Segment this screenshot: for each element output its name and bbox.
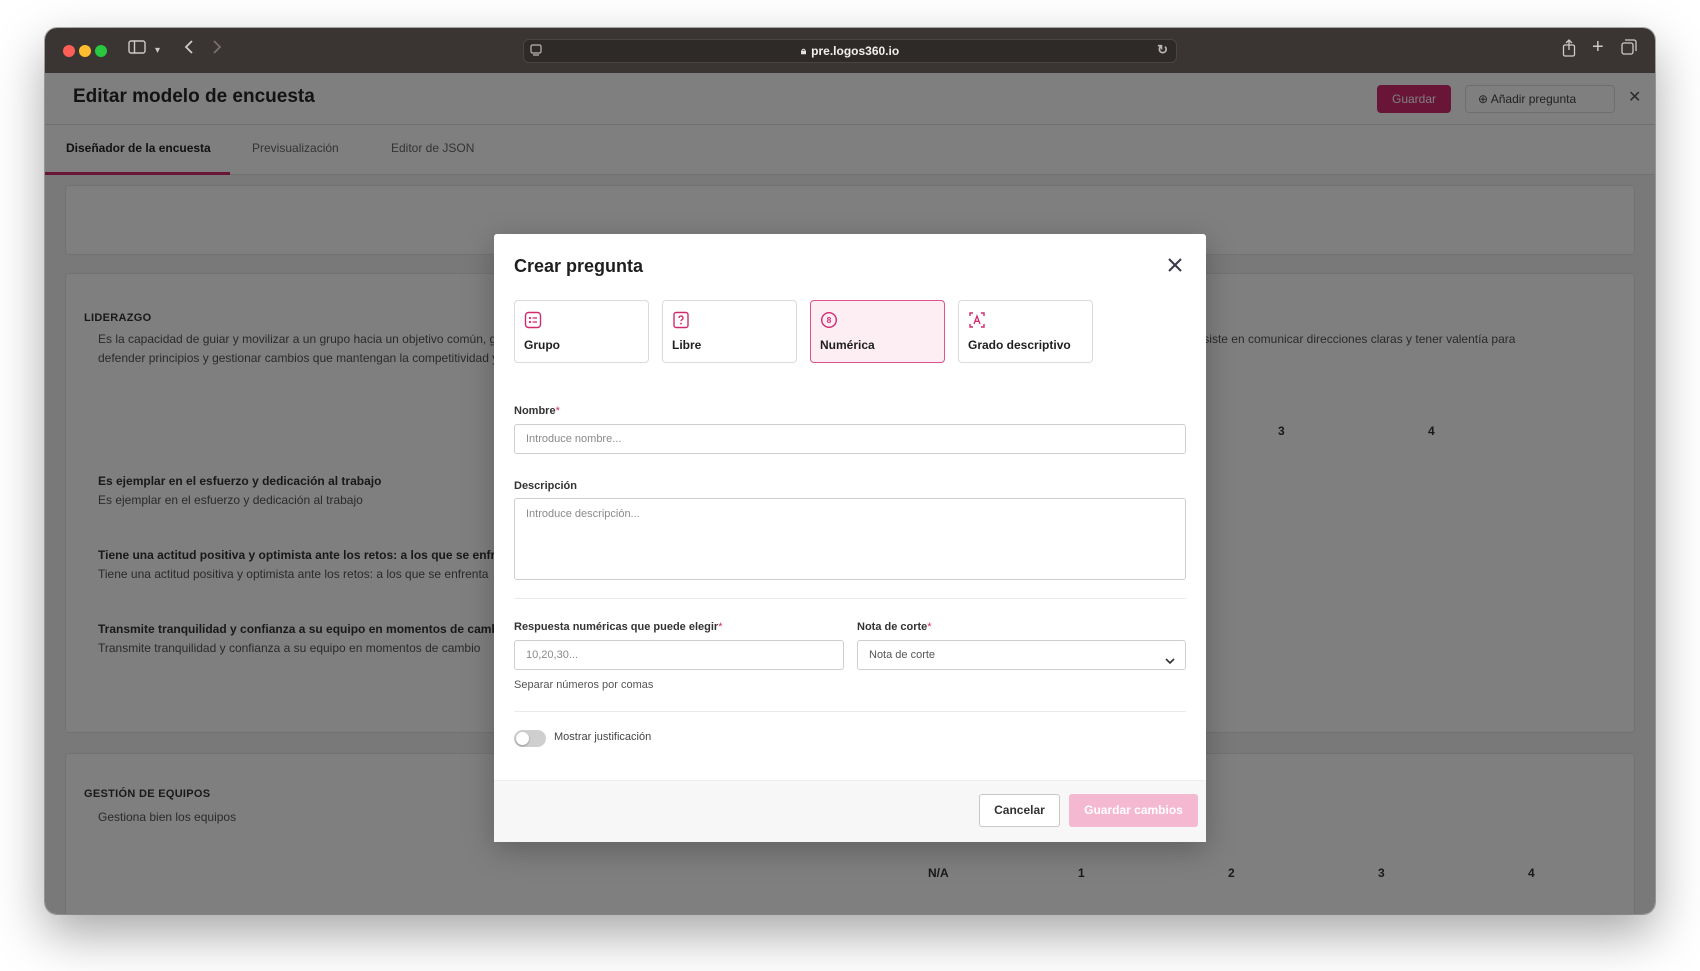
description-textarea[interactable] xyxy=(514,498,1186,580)
type-option-numeric[interactable]: 8 Numérica xyxy=(810,300,945,363)
show-justification-toggle[interactable] xyxy=(514,730,546,747)
type-option-label: Numérica xyxy=(820,338,875,352)
reload-icon[interactable]: ↻ xyxy=(1157,42,1168,58)
dialog-title: Crear pregunta xyxy=(514,256,644,276)
cutoff-label-text: Nota de corte xyxy=(857,621,928,633)
cutoff-select-value: Nota de corte xyxy=(869,649,936,661)
name-input[interactable] xyxy=(514,424,1186,454)
reader-icon[interactable] xyxy=(530,43,544,57)
type-option-group[interactable]: Grupo xyxy=(514,300,649,363)
close-window-button[interactable] xyxy=(63,45,75,57)
share-icon[interactable] xyxy=(1562,39,1576,64)
chevron-down-icon[interactable]: ▾ xyxy=(155,40,160,62)
divider xyxy=(514,711,1186,712)
type-option-label: Grado descriptivo xyxy=(968,338,1071,352)
type-option-descriptive-grade[interactable]: Grado descriptivo xyxy=(958,300,1093,363)
sidebar-toggle-icon[interactable] xyxy=(128,39,146,62)
cutoff-label: Nota de corte* xyxy=(857,621,932,633)
cancel-button[interactable]: Cancelar xyxy=(979,794,1060,827)
required-mark: * xyxy=(555,405,560,417)
descriptive-grade-icon xyxy=(968,311,986,329)
tab-overview-icon[interactable] xyxy=(1621,39,1637,62)
description-label: Descripción xyxy=(514,480,577,492)
browser-toolbar: ▾ 🔒︎ pre.logos360.io ↻ + xyxy=(45,28,1655,73)
question-icon xyxy=(672,311,690,329)
toggle-knob xyxy=(516,732,529,745)
type-option-free[interactable]: Libre xyxy=(662,300,797,363)
browser-window: ▾ 🔒︎ pre.logos360.io ↻ + Editar modelo d… xyxy=(45,28,1655,914)
numeric-answers-helper: Separar números por comas xyxy=(514,679,654,691)
number-icon: 8 xyxy=(820,311,838,329)
numeric-answers-label: Respuesta numéricas que puede elegir* xyxy=(514,621,722,633)
type-option-label: Grupo xyxy=(524,338,560,352)
show-justification-label: Mostrar justificación xyxy=(554,731,652,743)
dialog-footer: Cancelar Guardar cambios xyxy=(494,780,1206,842)
close-icon[interactable] xyxy=(1164,254,1186,276)
zoom-window-button[interactable] xyxy=(95,45,107,57)
address-bar[interactable]: 🔒︎ pre.logos360.io ↻ xyxy=(523,39,1177,63)
numeric-answers-label-text: Respuesta numéricas que puede elegir xyxy=(514,621,719,633)
app-content: Editar modelo de encuesta Guardar ⊕ Añad… xyxy=(45,73,1655,914)
url-text: pre.logos360.io xyxy=(811,44,900,58)
required-mark: * xyxy=(927,621,932,633)
required-mark: * xyxy=(718,621,723,633)
chevron-down-icon xyxy=(1164,650,1176,665)
forward-icon[interactable] xyxy=(211,39,223,62)
svg-text:8: 8 xyxy=(827,315,832,325)
name-label-text: Nombre xyxy=(514,405,556,417)
back-icon[interactable] xyxy=(183,39,195,62)
cutoff-select[interactable]: Nota de corte xyxy=(857,640,1186,670)
create-question-dialog: Crear pregunta Grupo Libre 8 Numérica Gr… xyxy=(494,234,1206,842)
minimize-window-button[interactable] xyxy=(79,45,91,57)
lock-icon: 🔒︎ xyxy=(800,45,807,57)
numeric-answers-input[interactable] xyxy=(514,640,844,670)
type-option-label: Libre xyxy=(672,338,702,352)
divider xyxy=(514,598,1186,599)
question-type-selector: Grupo Libre 8 Numérica Grado descriptivo xyxy=(514,300,1093,363)
new-tab-icon[interactable]: + xyxy=(1592,36,1604,58)
save-changes-button[interactable]: Guardar cambios xyxy=(1069,794,1198,827)
name-label: Nombre* xyxy=(514,405,560,417)
group-icon xyxy=(524,311,542,329)
